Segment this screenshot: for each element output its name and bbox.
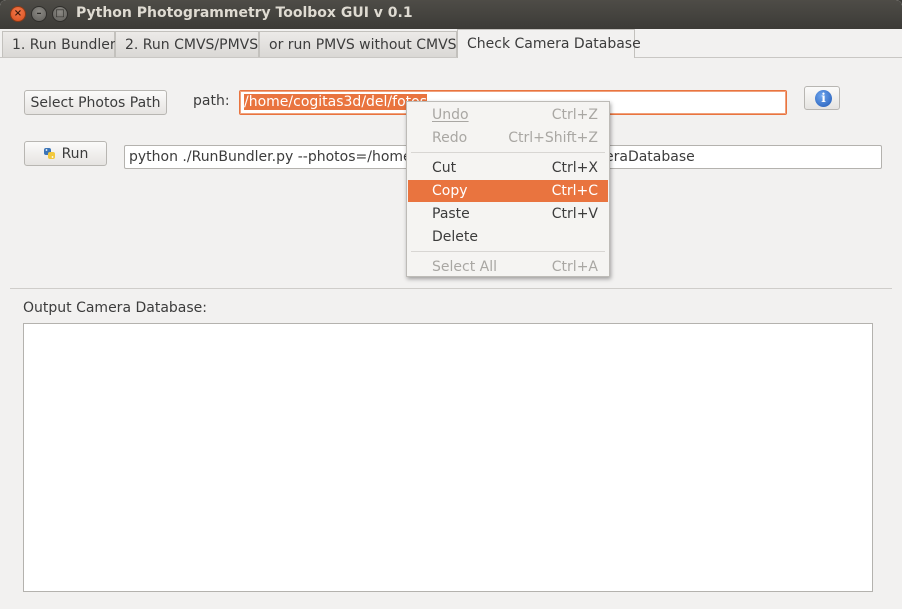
menu-separator	[411, 152, 605, 153]
tab-bar: 1. Run Bundler 2. Run CMVS/PMVS or run P…	[0, 29, 902, 58]
menu-item-redo[interactable]: Redo Ctrl+Shift+Z	[408, 127, 608, 149]
menu-item-accel: Ctrl+A	[551, 259, 598, 275]
run-button[interactable]: Run	[24, 141, 107, 166]
menu-item-label: Redo	[432, 130, 468, 146]
menu-item-paste[interactable]: Paste Ctrl+V	[408, 203, 608, 225]
context-menu: Undo Ctrl+Z Redo Ctrl+Shift+Z Cut Ctrl+X…	[406, 101, 610, 277]
output-text-area[interactable]	[23, 323, 873, 592]
menu-item-undo[interactable]: Undo Ctrl+Z	[408, 104, 608, 126]
menu-item-label: Select All	[432, 259, 497, 275]
menu-item-accel: Ctrl+V	[551, 206, 598, 222]
menu-item-label: Copy	[432, 183, 468, 199]
menu-separator	[411, 251, 605, 252]
title-bar: × – □ Python Photogrammetry Toolbox GUI …	[0, 0, 902, 29]
minimize-icon: –	[36, 8, 42, 19]
menu-item-cut[interactable]: Cut Ctrl+X	[408, 157, 608, 179]
python-icon	[43, 147, 56, 160]
command-text-left: python ./RunBundler.py --photos=/home/c	[129, 149, 425, 165]
menu-item-copy[interactable]: Copy Ctrl+C	[408, 180, 608, 202]
menu-item-label: Undo	[432, 107, 469, 123]
menu-item-accel: Ctrl+Shift+Z	[508, 130, 598, 146]
menu-item-select-all[interactable]: Select All Ctrl+A	[408, 256, 608, 278]
window-title: Python Photogrammetry Toolbox GUI v 0.1	[76, 5, 413, 21]
tab-run-pmvs-without-cmvs[interactable]: or run PMVS without CMVS	[259, 31, 457, 57]
app-window: × – □ Python Photogrammetry Toolbox GUI …	[0, 0, 902, 609]
menu-item-label: Paste	[432, 206, 470, 222]
close-icon: ×	[13, 8, 23, 19]
info-button[interactable]: i	[804, 86, 840, 110]
menu-item-label: Cut	[432, 160, 457, 176]
menu-item-accel: Ctrl+X	[551, 160, 598, 176]
menu-item-accel: Ctrl+Z	[551, 107, 598, 123]
output-label: Output Camera Database:	[23, 300, 207, 316]
path-value: /home/cogitas3d/del/fotos	[244, 94, 427, 110]
path-label: path:	[193, 93, 230, 109]
menu-item-accel: Ctrl+C	[551, 183, 598, 199]
close-window-button[interactable]: ×	[10, 6, 26, 22]
run-button-label: Run	[61, 145, 89, 162]
menu-item-delete[interactable]: Delete	[408, 226, 608, 248]
minimize-window-button[interactable]: –	[31, 6, 47, 22]
info-icon: i	[815, 90, 832, 107]
maximize-icon: □	[55, 8, 65, 19]
menu-item-label: Delete	[432, 229, 478, 245]
tab-run-bundler[interactable]: 1. Run Bundler	[2, 31, 116, 57]
tab-check-camera-database[interactable]: Check Camera Database	[457, 29, 641, 58]
section-divider	[10, 288, 892, 289]
maximize-window-button[interactable]: □	[52, 6, 68, 22]
tab-run-cmvs-pmvs[interactable]: 2. Run CMVS/PMVS	[115, 31, 259, 57]
command-text-right: eraDatabase	[605, 149, 695, 165]
select-photos-path-button[interactable]: Select Photos Path	[24, 90, 167, 115]
